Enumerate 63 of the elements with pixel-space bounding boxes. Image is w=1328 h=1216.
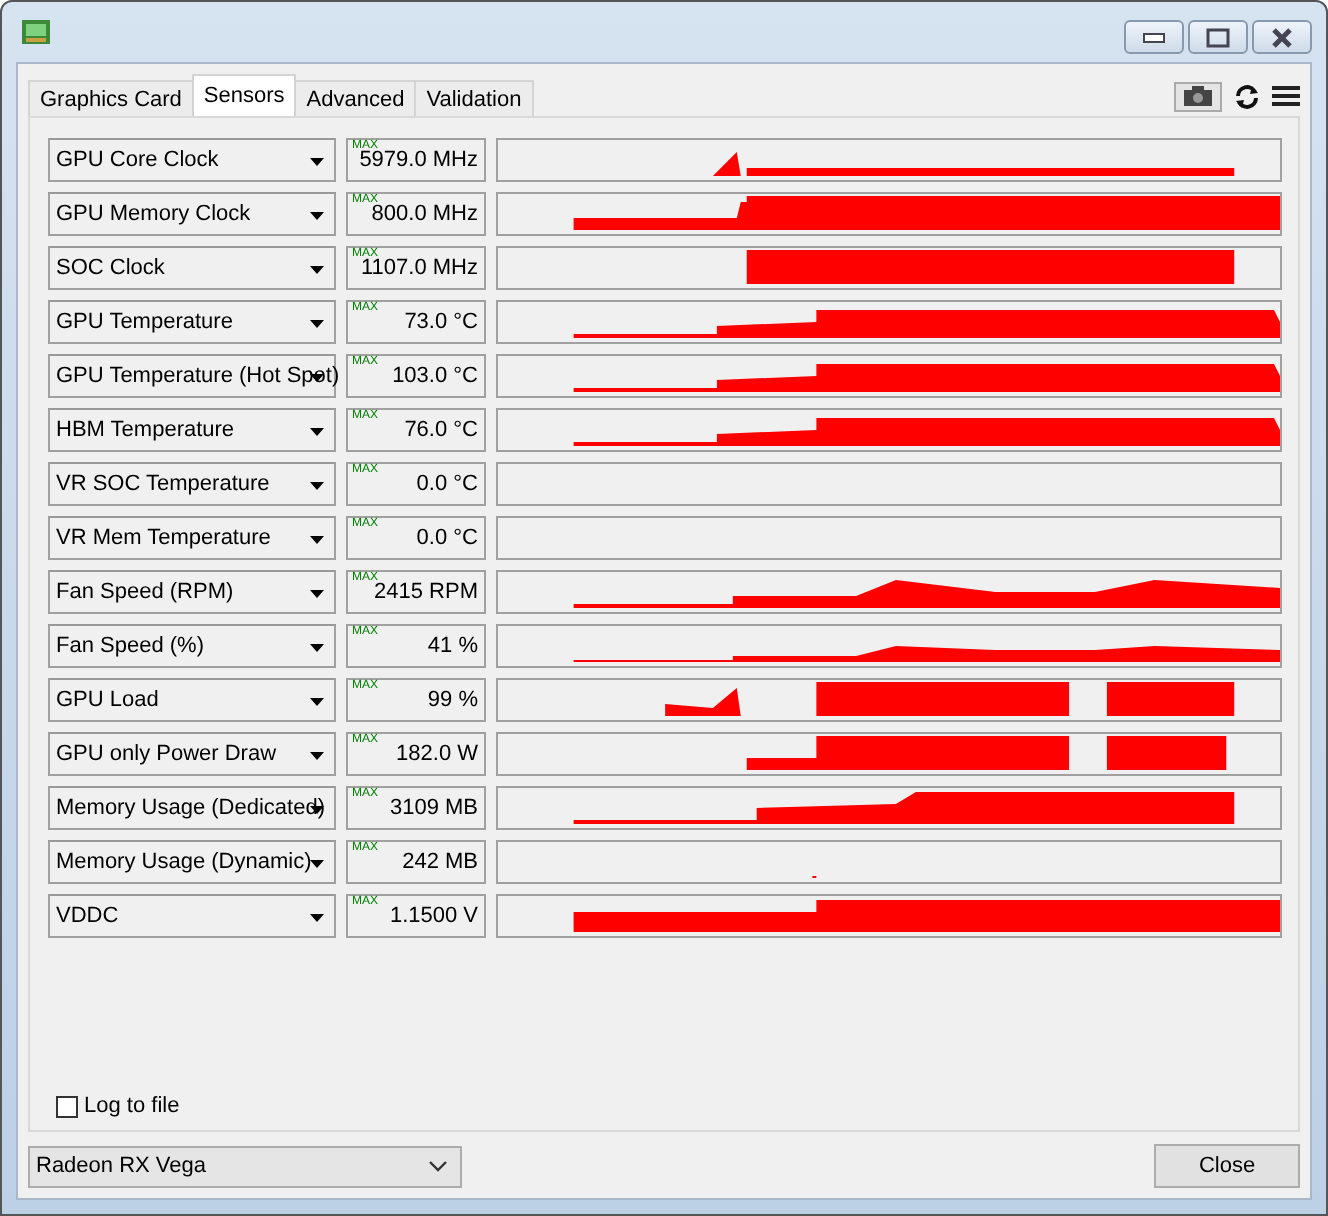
dropdown-arrow-icon bbox=[310, 158, 324, 166]
close-button[interactable]: Close bbox=[1154, 1144, 1300, 1188]
sensor-dropdown[interactable]: VR Mem Temperature bbox=[48, 516, 336, 560]
sensor-dropdown[interactable]: GPU Load bbox=[48, 678, 336, 722]
dropdown-arrow-icon bbox=[310, 212, 324, 220]
sensor-value: 41 % bbox=[427, 634, 478, 658]
dropdown-arrow-icon bbox=[310, 320, 324, 328]
sensor-value: 1.1500 V bbox=[389, 904, 478, 928]
device-dropdown[interactable]: Radeon RX Vega bbox=[28, 1145, 462, 1187]
sensor-dropdown[interactable]: Fan Speed (RPM) bbox=[48, 570, 336, 614]
tab[interactable]: Advanced bbox=[294, 80, 417, 116]
dropdown-arrow-icon bbox=[310, 266, 324, 274]
dropdown-arrow-icon bbox=[310, 806, 324, 814]
close-icon bbox=[1270, 27, 1294, 47]
dropdown-arrow-icon bbox=[310, 914, 324, 922]
dropdown-arrow-icon bbox=[310, 590, 324, 598]
chevron-icon bbox=[428, 1160, 448, 1172]
tab[interactable]: Graphics Card bbox=[28, 80, 194, 116]
dropdown-arrow-icon bbox=[310, 860, 324, 868]
sensor-dropdown[interactable]: Memory Usage (Dynamic) bbox=[48, 840, 336, 884]
sensor-value: 242 MB bbox=[402, 850, 478, 874]
sensor-value: 76.0 °C bbox=[404, 418, 478, 442]
maximize-button[interactable] bbox=[1188, 20, 1248, 54]
sensor-value: 73.0 °C bbox=[404, 310, 478, 334]
sensor-value: 1107.0 MHz bbox=[361, 256, 478, 280]
minimize-button[interactable] bbox=[1124, 20, 1184, 54]
sensor-value: 0.0 °C bbox=[416, 472, 478, 496]
sensor-dropdown[interactable]: SOC Clock bbox=[48, 246, 336, 290]
sensor-value: 5979.0 MHz bbox=[359, 148, 478, 172]
sensor-value: 182.0 W bbox=[396, 742, 478, 766]
sensor-value: 800.0 MHz bbox=[371, 202, 478, 226]
maximize-icon bbox=[1206, 27, 1230, 47]
minimize-icon bbox=[1142, 31, 1166, 43]
sensor-dropdown[interactable]: Memory Usage (Dedicated) bbox=[48, 786, 336, 830]
sensor-dropdown[interactable]: VR SOC Temperature bbox=[48, 462, 336, 506]
menu-icon[interactable] bbox=[1272, 84, 1300, 108]
sensor-dropdown[interactable]: GPU Temperature bbox=[48, 300, 336, 344]
sensor-dropdown[interactable]: GPU Memory Clock bbox=[48, 192, 336, 236]
tab[interactable]: Sensors bbox=[191, 74, 297, 116]
sensor-dropdown[interactable]: VDDC bbox=[48, 894, 336, 938]
dropdown-arrow-icon bbox=[310, 644, 324, 652]
sensor-dropdown[interactable]: Fan Speed (%) bbox=[48, 624, 336, 668]
sensor-value: 2415 RPM bbox=[374, 580, 478, 604]
dropdown-arrow-icon bbox=[310, 752, 324, 760]
dropdown-arrow-icon bbox=[310, 536, 324, 544]
sensor-dropdown[interactable]: GPU only Power Draw bbox=[48, 732, 336, 776]
sensor-value: 0.0 °C bbox=[416, 526, 478, 550]
log-checkbox[interactable] bbox=[56, 1095, 78, 1117]
dropdown-arrow-icon bbox=[310, 428, 324, 436]
tab[interactable]: Validation bbox=[414, 80, 534, 116]
dropdown-arrow-icon bbox=[310, 698, 324, 706]
sensor-dropdown[interactable]: HBM Temperature bbox=[48, 408, 336, 452]
close-window-button[interactable] bbox=[1252, 20, 1312, 54]
sensor-value: 99 % bbox=[427, 688, 478, 712]
dropdown-arrow-icon bbox=[310, 482, 324, 490]
app-icon bbox=[22, 20, 50, 44]
sensor-value: 3109 MB bbox=[389, 796, 478, 820]
log-label: Log to file bbox=[84, 1094, 180, 1118]
camera-button[interactable] bbox=[1174, 81, 1222, 111]
dropdown-arrow-icon bbox=[310, 374, 324, 382]
sensor-value: 103.0 °C bbox=[392, 364, 478, 388]
refresh-icon[interactable] bbox=[1234, 83, 1260, 109]
sensor-dropdown[interactable]: GPU Core Clock bbox=[48, 138, 336, 182]
